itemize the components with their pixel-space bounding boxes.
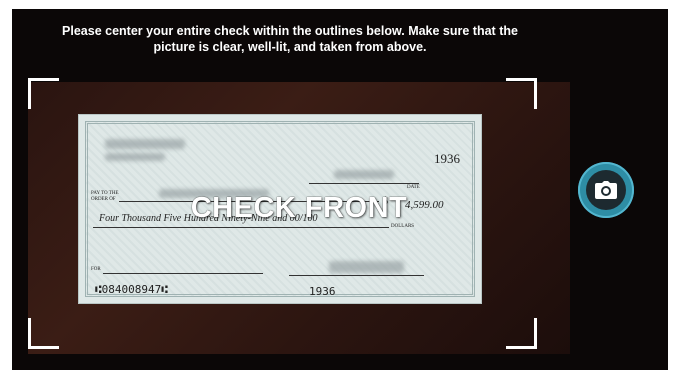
- memo-line: [103, 273, 263, 274]
- routing-number: ⑆084008947⑆: [95, 283, 168, 296]
- instructions-text: Please center your entire check within t…: [62, 24, 518, 54]
- frame-corner-top-left: [28, 78, 59, 109]
- check-number: 1936: [434, 151, 460, 166]
- amount-line: [93, 227, 389, 228]
- check-number-micr: 1936: [309, 285, 336, 298]
- frame-corner-top-right: [506, 78, 537, 109]
- capture-button-ring: [586, 170, 626, 210]
- blurred-date: [334, 170, 394, 179]
- date-line: [309, 183, 419, 184]
- frame-corner-bottom-right: [506, 318, 537, 349]
- blurred-name: [105, 139, 185, 149]
- signature: [329, 261, 404, 273]
- camera-icon: [595, 181, 617, 199]
- capture-button[interactable]: [578, 162, 634, 218]
- date-label: DATE: [407, 185, 420, 190]
- frame-corner-bottom-left: [28, 318, 59, 349]
- blurred-address: [105, 153, 165, 161]
- signature-line: [289, 275, 424, 276]
- check-front-label: CHECK FRONT: [190, 192, 408, 224]
- memo-label: FOR: [91, 267, 101, 272]
